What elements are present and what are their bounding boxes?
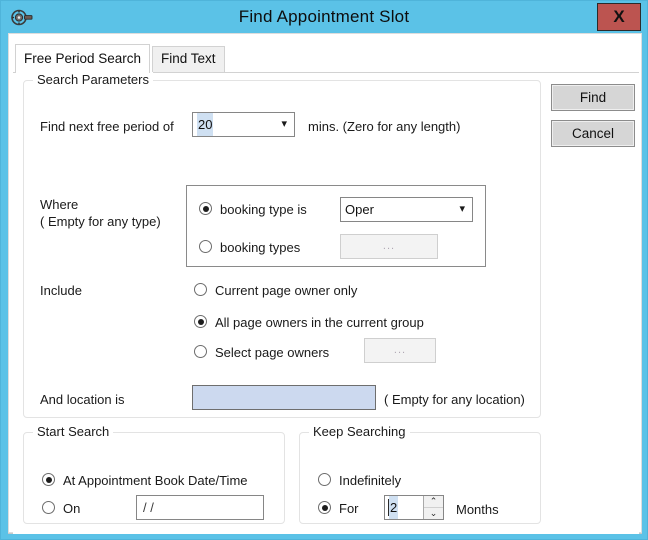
title-bar: Find Appointment Slot X <box>1 1 647 35</box>
chevron-down-icon: ▾ <box>281 118 287 130</box>
window-title: Find Appointment Slot <box>238 7 410 26</box>
spinner-buttons[interactable]: ⌃ ⌄ <box>423 496 443 519</box>
find-appointment-slot-window: Find Appointment Slot X Free Period Sear… <box>0 0 648 540</box>
booking-types-browse-button[interactable]: ... <box>340 234 438 259</box>
period-minutes-combo[interactable]: 20 ▾ <box>192 112 295 137</box>
spinner-up-icon[interactable]: ⌃ <box>424 496 443 508</box>
spinner-down-icon[interactable]: ⌄ <box>424 508 443 519</box>
radio-indefinitely[interactable]: Indefinitely <box>318 473 401 488</box>
client-area: Free Period Search Find Text Find Cancel… <box>8 33 643 534</box>
months-unit-label: Months <box>456 502 499 517</box>
where-label-line2: ( Empty for any type) <box>40 214 161 229</box>
period-minutes-hint: mins. (Zero for any length) <box>308 119 461 134</box>
radio-current-page-owner-only[interactable]: Current page owner only <box>194 283 357 298</box>
where-label-line1: Where <box>40 197 79 212</box>
keep-searching-legend: Keep Searching <box>309 424 410 439</box>
radio-booking-type-is[interactable]: booking type is <box>199 202 307 217</box>
select-page-owners-browse-button[interactable]: ... <box>364 338 436 363</box>
start-search-group: Start Search At Appointment Book Date/Ti… <box>23 424 285 524</box>
start-search-legend: Start Search <box>33 424 114 439</box>
location-hint: ( Empty for any location) <box>384 392 525 407</box>
find-button[interactable]: Find <box>551 84 635 111</box>
tab-find-text[interactable]: Find Text <box>152 46 225 72</box>
keep-searching-group: Keep Searching Indefinitely For 2 ⌃ ⌄ Mo… <box>299 424 541 524</box>
radio-select-page-owners[interactable]: Select page owners <box>194 345 329 360</box>
booking-type-panel: booking type is Oper ▾ booking types ... <box>186 185 486 267</box>
find-next-free-period-label: Find next free period of <box>40 119 174 134</box>
booking-type-combo[interactable]: Oper ▾ <box>340 197 473 222</box>
search-parameters-legend: Search Parameters <box>33 72 153 87</box>
cancel-button[interactable]: Cancel <box>551 120 635 147</box>
radio-start-on-date[interactable]: On <box>42 501 80 516</box>
radio-booking-types[interactable]: booking types <box>199 240 300 255</box>
period-minutes-value: 20 <box>197 113 214 136</box>
months-spinner[interactable]: 2 ⌃ ⌄ <box>384 495 444 520</box>
search-parameters-group: Search Parameters Find next free period … <box>23 72 541 418</box>
location-label: And location is <box>40 392 125 407</box>
months-value: 2 <box>389 496 399 519</box>
chevron-down-icon: ▾ <box>459 203 465 215</box>
include-label: Include <box>40 283 82 298</box>
radio-at-appointment-book-date-time[interactable]: At Appointment Book Date/Time <box>42 473 248 488</box>
radio-for-months[interactable]: For <box>318 501 359 516</box>
location-input[interactable] <box>192 385 376 410</box>
booking-type-value: Oper <box>345 202 374 217</box>
start-date-input[interactable]: / / <box>136 495 264 520</box>
close-button[interactable]: X <box>597 3 641 31</box>
radio-all-page-owners-current-group[interactable]: All page owners in the current group <box>194 315 424 330</box>
tab-strip: Free Period Search Find Text <box>9 40 643 534</box>
tab-free-period-search[interactable]: Free Period Search <box>15 44 151 73</box>
